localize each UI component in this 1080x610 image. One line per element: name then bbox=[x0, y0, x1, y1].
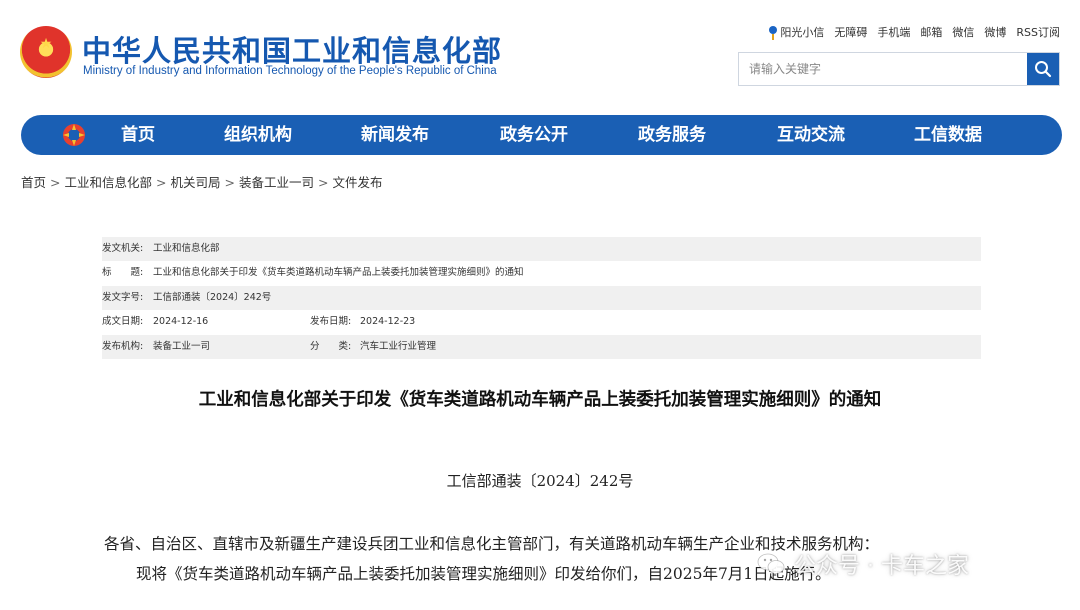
meta-row-org: 发布机构: 装备工业一司 分 类: 汽车工业行业管理 bbox=[102, 334, 981, 359]
sunshine-icon bbox=[768, 26, 778, 40]
nav-organization[interactable]: 组织机构 bbox=[224, 115, 292, 155]
breadcrumb-separator-icon: > bbox=[50, 175, 61, 190]
document-title: 工业和信息化部关于印发《货车类道路机动车辆产品上装委托加装管理实施细则》的通知 bbox=[198, 390, 882, 410]
nav-data[interactable]: 工信数据 bbox=[914, 115, 982, 155]
meta-row-title: 标 题: 工业和信息化部关于印发《货车类道路机动车辆产品上装委托加装管理实施细则… bbox=[102, 261, 981, 285]
meta-value: 装备工业一司 bbox=[153, 340, 211, 352]
rss-link[interactable]: RSS订阅 bbox=[1016, 24, 1060, 40]
mailbox-link[interactable]: 邮箱 bbox=[920, 24, 942, 40]
meta-row-docno: 发文字号: 工信部通装〔2024〕242号 bbox=[102, 285, 981, 311]
meta-label: 发文机关: bbox=[102, 243, 144, 254]
top-links: 阳光小信 无障碍 手机端 邮箱 微信 微博 RSS订阅 bbox=[768, 24, 1060, 40]
nav-government-services[interactable]: 政务服务 bbox=[638, 115, 706, 155]
search-box bbox=[738, 52, 1060, 86]
breadcrumb-documents[interactable]: 文件发布 bbox=[333, 175, 383, 190]
meta-label: 发文字号: bbox=[102, 291, 144, 303]
breadcrumb: 首页 > 工业和信息化部 > 机关司局 > 装备工业一司 > 文件发布 bbox=[21, 172, 383, 191]
meta-row-dates: 成文日期: 2024-12-16 发布日期: 2024-12-23 bbox=[102, 310, 981, 334]
site-title: 中华人民共和国工业和信息化部 bbox=[82, 34, 503, 68]
site-header: ★ 中华人民共和国工业和信息化部 Ministry of Industry an… bbox=[0, 0, 1080, 110]
sunshine-link[interactable]: 阳光小信 bbox=[768, 24, 824, 40]
meta-value: 工信部通装〔2024〕242号 bbox=[153, 291, 272, 303]
breadcrumb-departments[interactable]: 机关司局 bbox=[171, 175, 221, 190]
watermark: 公众号 · 卡车之家 bbox=[756, 548, 969, 580]
breadcrumb-separator-icon: > bbox=[224, 175, 235, 190]
meta-row-issuer: 发文机关: 工业和信息化部 bbox=[102, 237, 981, 262]
weibo-link[interactable]: 微博 bbox=[984, 24, 1006, 40]
nav-news[interactable]: 新闻发布 bbox=[361, 115, 429, 155]
meta-label: 分 类: bbox=[310, 340, 352, 352]
meta-label: 标 题: bbox=[102, 267, 144, 279]
national-emblem-logo: ★ bbox=[20, 26, 72, 78]
meta-label: 成文日期: bbox=[102, 316, 144, 328]
accessibility-link[interactable]: 无障碍 bbox=[834, 24, 867, 40]
document-body: 现将《货车类道路机动车辆产品上装委托加装管理实施细则》印发给你们，自2025年7… bbox=[136, 565, 831, 583]
search-icon bbox=[1035, 61, 1052, 78]
breadcrumb-home[interactable]: 首页 bbox=[21, 175, 46, 190]
search-button[interactable] bbox=[1027, 53, 1059, 85]
meta-label: 发布日期: bbox=[310, 316, 352, 328]
wechat-link[interactable]: 微信 bbox=[952, 24, 974, 40]
document-number: 工信部通装〔2024〕242号 bbox=[446, 472, 634, 490]
breadcrumb-equipment-dept[interactable]: 装备工业一司 bbox=[239, 175, 314, 190]
breadcrumb-separator-icon: > bbox=[318, 175, 329, 190]
watermark-text: 公众号 · 卡车之家 bbox=[794, 554, 969, 579]
nav-home[interactable]: 首页 bbox=[121, 115, 155, 155]
meta-value: 工业和信息化部关于印发《货车类道路机动车辆产品上装委托加装管理实施细则》的通知 bbox=[153, 267, 524, 279]
meta-value: 2024-12-23 bbox=[360, 316, 416, 328]
nav-government-affairs[interactable]: 政务公开 bbox=[500, 115, 568, 155]
document-meta-table: 发文机关: 工业和信息化部 标 题: 工业和信息化部关于印发《货车类道路机动车辆… bbox=[102, 237, 981, 359]
wechat-icon bbox=[757, 553, 785, 574]
meta-value: 汽车工业行业管理 bbox=[360, 340, 437, 352]
main-nav: 首页 组织机构 新闻发布 政务公开 政务服务 互动交流 工信数据 bbox=[21, 115, 1062, 155]
breadcrumb-ministry[interactable]: 工业和信息化部 bbox=[65, 175, 153, 190]
mobile-link[interactable]: 手机端 bbox=[877, 24, 910, 40]
meta-value: 工业和信息化部 bbox=[153, 243, 220, 254]
nav-interaction[interactable]: 互动交流 bbox=[777, 115, 845, 155]
search-input[interactable] bbox=[739, 53, 1027, 85]
breadcrumb-separator-icon: > bbox=[156, 175, 167, 190]
miit-logo-icon bbox=[63, 124, 85, 146]
meta-label: 发布机构: bbox=[102, 340, 144, 352]
site-subtitle: Ministry of Industry and Information Tec… bbox=[83, 65, 497, 77]
meta-value: 2024-12-16 bbox=[153, 316, 209, 328]
